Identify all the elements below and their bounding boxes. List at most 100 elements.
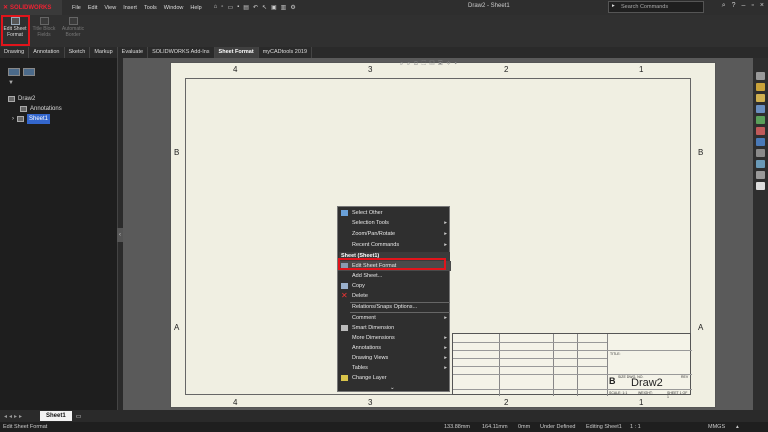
solidworks-resources-icon[interactable]: [756, 149, 765, 157]
menu-view[interactable]: View: [104, 5, 116, 11]
zone-top-4: 4: [233, 65, 238, 74]
ctx-zoom-pan-rotate[interactable]: Zoom/Pan/Rotate ▸: [338, 229, 451, 239]
expand-arrow-icon[interactable]: ›: [12, 114, 14, 124]
tree-sheet-label: Sheet1: [27, 114, 51, 124]
add-sheet-icon[interactable]: ▭: [76, 413, 82, 420]
ctx-delete[interactable]: ✕ Delete: [338, 291, 451, 301]
undo-icon[interactable]: ↶: [253, 4, 258, 11]
ctx-annotations[interactable]: Annotations ▸: [338, 343, 451, 353]
tab-mycadtools[interactable]: myCADtools 2019: [259, 47, 313, 58]
zone-left-b: B: [174, 148, 180, 157]
new-icon[interactable]: ▫: [221, 4, 223, 11]
ctx-copy[interactable]: Copy: [338, 281, 451, 291]
search-placeholder: Search Commands: [621, 4, 669, 10]
tab-evaluate[interactable]: Evaluate: [118, 47, 149, 58]
forum-icon[interactable]: [756, 138, 765, 146]
feature-manager-tabs: [8, 68, 35, 76]
heads-up-view-toolbar[interactable]: ⌕ ⌕ ⊡ ⬚ ◱ ▣ ✧ ▸: [400, 61, 458, 68]
tree-item-sheet1[interactable]: › Sheet1: [8, 114, 62, 124]
ctx-change-layer[interactable]: Change Layer: [338, 373, 451, 383]
filter-icon[interactable]: ▼: [8, 80, 14, 86]
status-options-icon[interactable]: ▴: [736, 422, 739, 432]
tab-drawing[interactable]: Drawing: [0, 47, 30, 58]
appearances-icon[interactable]: [756, 116, 765, 124]
custom-properties-icon[interactable]: [756, 127, 765, 135]
view-palette-icon[interactable]: [756, 105, 765, 113]
select-icon[interactable]: ↖: [262, 4, 267, 11]
help-icon[interactable]: ?: [732, 2, 736, 10]
ctx-label: Selection Tools: [352, 220, 389, 226]
options-gear-icon[interactable]: ⚙: [290, 4, 295, 11]
search-icon[interactable]: ⌕: [722, 2, 726, 10]
3d-content-icon[interactable]: [756, 171, 765, 179]
delete-icon: ✕: [341, 291, 348, 300]
save-icon[interactable]: ▪: [237, 4, 239, 11]
submenu-arrow-icon: ▸: [444, 345, 447, 351]
minimize-icon[interactable]: –: [742, 2, 746, 10]
tree-item-annotations[interactable]: Annotations: [8, 104, 62, 114]
print-icon[interactable]: ▤: [243, 4, 249, 11]
ctx-drawing-views[interactable]: Drawing Views ▸: [338, 353, 451, 363]
menu-insert[interactable]: Insert: [123, 5, 137, 11]
ctx-selection-tools[interactable]: Selection Tools ▸: [338, 218, 451, 228]
sheet-nav-arrows-icon[interactable]: ◂◂▸▸: [0, 413, 40, 420]
zone-top-2: 2: [504, 65, 509, 74]
ctx-label: Select Other: [352, 210, 383, 216]
title-block[interactable]: TITLE: B SIZE DWG. NO. Draw2 REV SCALE: …: [452, 333, 692, 399]
tab-sketch[interactable]: Sketch: [65, 47, 91, 58]
tab-annotation[interactable]: Annotation: [29, 47, 65, 58]
open-icon[interactable]: ▭: [227, 4, 233, 11]
close-icon[interactable]: ×: [760, 2, 764, 10]
chevron-down-icon: ⌄: [390, 385, 395, 391]
window-controls: ⌕ ? – ▫ ×: [722, 2, 764, 10]
sheet-tab-bar: ◂◂▸▸ Sheet1 ▭: [0, 410, 768, 422]
ctx-relations-snaps[interactable]: Relations/Snaps Options...: [338, 302, 451, 312]
ctx-more-chevron[interactable]: ⌄: [338, 383, 451, 393]
tab-sheet-format[interactable]: Sheet Format: [214, 47, 259, 58]
maximize-icon[interactable]: ▫: [751, 2, 753, 10]
home-icon[interactable]: ⌂: [214, 4, 218, 11]
menu-window[interactable]: Window: [164, 5, 184, 11]
file-explorer-icon[interactable]: [756, 94, 765, 102]
resources-icon[interactable]: [756, 72, 765, 80]
feature-manager: ▼ Draw2 Annotations › Sheet1: [0, 58, 118, 410]
status-units[interactable]: MMGS: [708, 422, 725, 432]
tab-addins[interactable]: SOLIDWORKS Add-Ins: [148, 47, 215, 58]
menu-edit[interactable]: Edit: [88, 5, 97, 11]
menu-help[interactable]: Help: [190, 5, 201, 11]
solidworks-logo[interactable]: ✕ SOLIDWORKS: [0, 0, 62, 15]
design-library-icon[interactable]: [756, 83, 765, 91]
ctx-add-sheet[interactable]: Add Sheet...: [338, 271, 451, 281]
sheet-icon: [17, 116, 24, 122]
menu-tools[interactable]: Tools: [144, 5, 157, 11]
search-commands-input[interactable]: ▸ Search Commands: [608, 1, 704, 13]
smart-dimension-icon: [341, 325, 348, 331]
ctx-select-other[interactable]: Select Other: [338, 208, 451, 218]
quick-access-toolbar: ⌂ ▫ ▭ ▪ ▤ ↶ ↖ ▣ ▥ ⚙: [214, 4, 296, 11]
feature-tree: Draw2 Annotations › Sheet1: [8, 94, 62, 124]
rebuild-icon[interactable]: ▣: [271, 4, 277, 11]
status-scale[interactable]: 1 : 1: [630, 422, 641, 432]
automatic-border-button[interactable]: Automatic Border: [59, 17, 87, 45]
tab-markup[interactable]: Markup: [90, 47, 118, 58]
tb-dwg-no: Draw2: [631, 377, 663, 389]
tree-item-draw2[interactable]: Draw2: [8, 94, 62, 104]
menu-file[interactable]: File: [72, 5, 81, 11]
file-props-icon[interactable]: ▥: [281, 4, 287, 11]
title-block-fields-button[interactable]: Title Block Fields: [30, 17, 58, 45]
ctx-smart-dimension[interactable]: Smart Dimension: [338, 323, 451, 333]
context-menu: Select Other Selection Tools ▸ Zoom/Pan/…: [337, 206, 451, 393]
sheet-tab-sheet1[interactable]: Sheet1: [40, 411, 72, 421]
ctx-label: More Dimensions: [352, 335, 395, 341]
status-x: 133.88mm: [444, 424, 470, 430]
submenu-arrow-icon: ▸: [444, 231, 447, 237]
ctx-comment[interactable]: Comment ▸: [338, 313, 451, 323]
document-recovery-icon[interactable]: [756, 182, 765, 190]
ds-logo-icon: ✕: [3, 5, 9, 11]
toolbox-icon[interactable]: [756, 160, 765, 168]
ctx-recent-commands[interactable]: Recent Commands ▸: [338, 240, 451, 250]
ctx-tables[interactable]: Tables ▸: [338, 363, 451, 373]
ctx-more-dimensions[interactable]: More Dimensions ▸: [338, 333, 451, 343]
feature-tree-icon[interactable]: [8, 68, 20, 76]
property-manager-icon[interactable]: [23, 68, 35, 76]
